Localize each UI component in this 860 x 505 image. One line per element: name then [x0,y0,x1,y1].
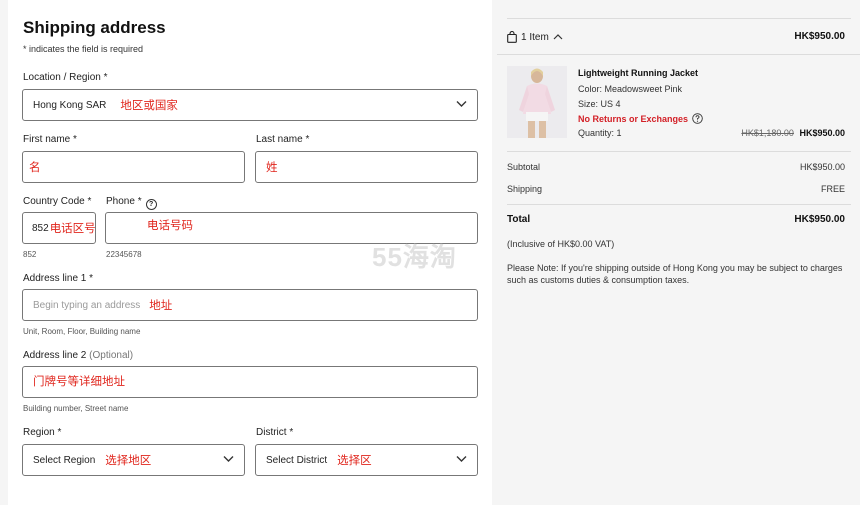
returns-notice: No Returns or Exchanges [578,113,689,124]
phone-hint: 22345678 [106,250,142,259]
watermark: 55海淘 [372,242,457,272]
vat-note: (Inclusive of HK$0.00 VAT) [507,239,615,249]
address1-hint: Unit, Room, Floor, Building name [23,327,141,336]
help-circle-icon[interactable] [692,113,703,124]
country-code-label: Country Code * [23,196,92,207]
region-annotation: 选择地区 [105,455,152,467]
district-label: District * [256,427,294,438]
phone-label: Phone * [106,196,142,207]
address1-field[interactable]: Begin typing an address 地址 [22,289,478,321]
total-label: Total [507,214,531,225]
shipping-value: FREE [820,184,845,194]
address1-label: Address line 1 * [23,273,94,284]
district-value: Select District [266,454,328,466]
total-value: HK$950.00 [794,214,845,225]
first-name-label: First name * [23,134,77,145]
phone-annotation: 电话号码 [147,220,193,232]
items-count: 1 Item [521,31,549,43]
country-code-value: 852 [32,222,49,234]
location-select[interactable]: Hong Kong SAR 地区或国家 [22,89,478,121]
chevron-down-icon [223,456,234,462]
shopping-bag-icon [507,31,517,43]
totals-divider [507,204,851,205]
location-label: Location / Region * [23,72,108,83]
region-label: Region * [23,427,62,438]
page-title: Shipping address [23,18,166,37]
address2-optional: (Optional) [89,350,134,361]
shipping-disclaimer: Please Note: If you're shipping outside … [507,263,843,285]
first-name-annotation: 名 [29,162,41,174]
location-value: Hong Kong SAR [33,99,107,111]
summary-header-divider [497,54,860,55]
address2-label: Address line 2 [23,350,87,361]
last-name-field[interactable]: 姓 [255,151,478,183]
country-code-field[interactable]: 852 电话区号 [22,212,96,244]
last-name-annotation: 姓 [266,162,278,174]
district-annotation: 选择区 [337,455,372,467]
address2-label-row: Address line 2 (Optional) [23,350,133,361]
last-name-label: Last name * [256,134,310,145]
address2-hint: Building number, Street name [23,404,129,413]
phone-label-row: Phone *? [106,196,157,210]
chevron-up-icon [553,34,563,40]
product-price-row: HK$1,180.00 HK$950.00 [741,128,845,138]
chevron-down-icon [456,101,467,107]
product-quantity: Quantity: 1 [578,128,622,138]
header-total: HK$950.00 [794,31,845,42]
address1-placeholder: Begin typing an address [33,299,141,311]
country-code-annotation: 电话区号 [49,223,96,235]
country-code-hint: 852 [23,250,37,259]
district-select[interactable]: Select District 选择区 [255,444,478,476]
region-select[interactable]: Select Region 选择地区 [22,444,245,476]
product-color: Color: Meadowsweet Pink [578,84,683,94]
required-note: * indicates the field is required [23,44,144,54]
subtotal-value: HK$950.00 [799,162,845,172]
chevron-down-icon [456,456,467,462]
help-circle-icon[interactable]: ? [145,199,157,210]
address1-annotation: 地址 [149,300,173,312]
product-divider [507,151,851,152]
returns-row: No Returns or Exchanges [578,113,703,124]
product-image[interactable] [507,66,567,138]
sale-price: HK$950.00 [799,128,845,138]
location-annotation: 地区或国家 [120,100,178,112]
items-toggle[interactable]: 1 Item [507,31,563,43]
shipping-label: Shipping [507,184,543,194]
product-size: Size: US 4 [578,99,621,109]
summary-top-divider [507,18,851,19]
region-value: Select Region [33,454,96,466]
product-jacket-image [507,66,567,138]
first-name-field[interactable]: 名 [22,151,245,183]
original-price: HK$1,180.00 [741,128,794,138]
subtotal-label: Subtotal [507,162,541,172]
product-name[interactable]: Lightweight Running Jacket [578,68,698,78]
address2-field[interactable]: 门牌号等详细地址 [22,366,478,398]
address2-annotation: 门牌号等详细地址 [33,375,125,388]
